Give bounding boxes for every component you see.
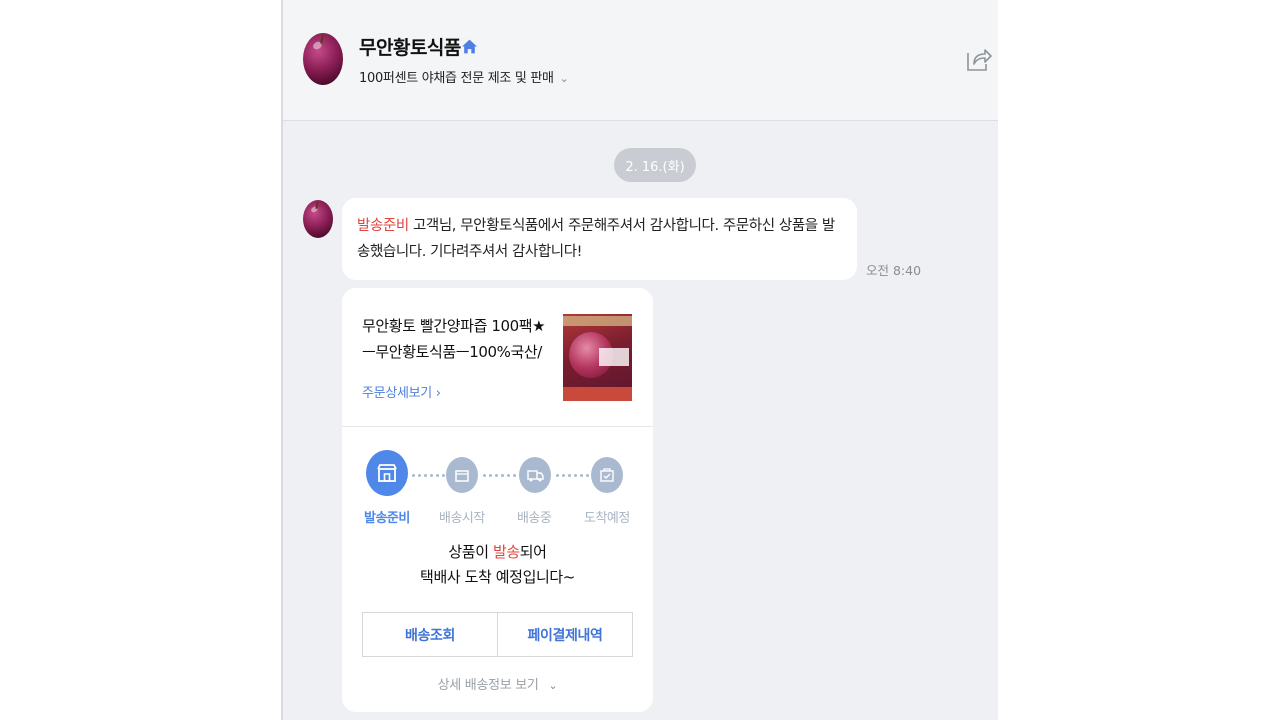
share-icon[interactable] (964, 44, 994, 74)
step-label-arriving: 도착예정 (584, 511, 630, 526)
box-icon (446, 457, 478, 493)
home-icon[interactable] (461, 38, 478, 55)
thumbnail-band (563, 316, 632, 326)
notice-line-1: 상품이 발송되어 (342, 540, 653, 565)
shipping-notice: 상품이 발송되어 택배사 도착 예정입니다~ (342, 540, 653, 590)
message-time: 오전 8:40 (866, 263, 922, 278)
message-text: 고객님, 무안황토식품에서 주문해주셔서 감사합니다. 주문하신 상품을 발송했… (357, 218, 835, 260)
chevron-down-icon[interactable]: ⌄ (560, 72, 569, 85)
thumbnail-footer (563, 387, 632, 401)
delivery-progress: 발송준비 배송시작 배송중 도착예정 (362, 450, 633, 526)
chat-header: 무안황토식품 100퍼센트 야채즙 전문 제조 및 판매 ⌄ (283, 0, 998, 121)
store-icon (366, 450, 408, 496)
more-shipping-info[interactable]: 상세 배송정보 보기 ⌄ (342, 674, 653, 693)
bag-check-icon (591, 457, 623, 493)
store-description[interactable]: 100퍼센트 야채즙 전문 제조 및 판매 ⌄ (359, 67, 569, 86)
payment-history-button[interactable]: 페이결제내역 (497, 613, 632, 656)
product-title[interactable]: 무안황토 빨간양파즙 100팩★ ㅡ무안황토식품ㅡ100%국산/ (362, 313, 552, 365)
order-card: 무안황토 빨간양파즙 100팩★ ㅡ무안황토식품ㅡ100%국산/ 주문상세보기 … (342, 288, 653, 712)
chevron-down-icon: ⌄ (548, 679, 558, 692)
order-detail-link[interactable]: 주문상세보기 › (362, 382, 441, 401)
store-avatar[interactable] (303, 33, 343, 85)
order-summary[interactable]: 무안황토 빨간양파즙 100팩★ ㅡ무안황토식품ㅡ100%국산/ 주문상세보기 … (342, 288, 653, 427)
message-avatar[interactable] (303, 200, 333, 238)
store-description-text: 100퍼센트 야채즙 전문 제조 및 판매 (359, 71, 554, 86)
truck-icon (519, 457, 551, 493)
notice-line-2: 택배사 도착 예정입니다~ (420, 568, 575, 586)
action-buttons: 배송조회 페이결제내역 (362, 612, 633, 657)
step-label-in-transit: 배송중 (517, 511, 552, 526)
step-label-shipped: 배송시작 (439, 511, 485, 526)
date-separator: 2. 16.(화) (614, 148, 696, 182)
progress-dots-3 (556, 474, 592, 478)
notice-highlight: 발송 (492, 543, 520, 561)
message-bubble: 발송준비 고객님, 무안황토식품에서 주문해주셔서 감사합니다. 주문하신 상품… (342, 198, 857, 280)
store-name[interactable]: 무안황토식품 (359, 33, 461, 60)
chat-window: 무안황토식품 100퍼센트 야채즙 전문 제조 및 판매 ⌄ 2. 16.(화) … (281, 0, 998, 720)
thumbnail-label (599, 348, 629, 366)
progress-dots-2 (483, 474, 519, 478)
notice-pre: 상품이 (448, 543, 493, 561)
progress-dots-1 (412, 474, 448, 478)
more-shipping-info-label: 상세 배송정보 보기 (437, 678, 539, 693)
step-label-preparing: 발송준비 (364, 511, 410, 526)
notice-post: 되어 (519, 543, 547, 561)
message-status: 발송준비 (357, 218, 409, 234)
tracking-button[interactable]: 배송조회 (363, 613, 497, 656)
product-thumbnail[interactable] (563, 314, 632, 401)
